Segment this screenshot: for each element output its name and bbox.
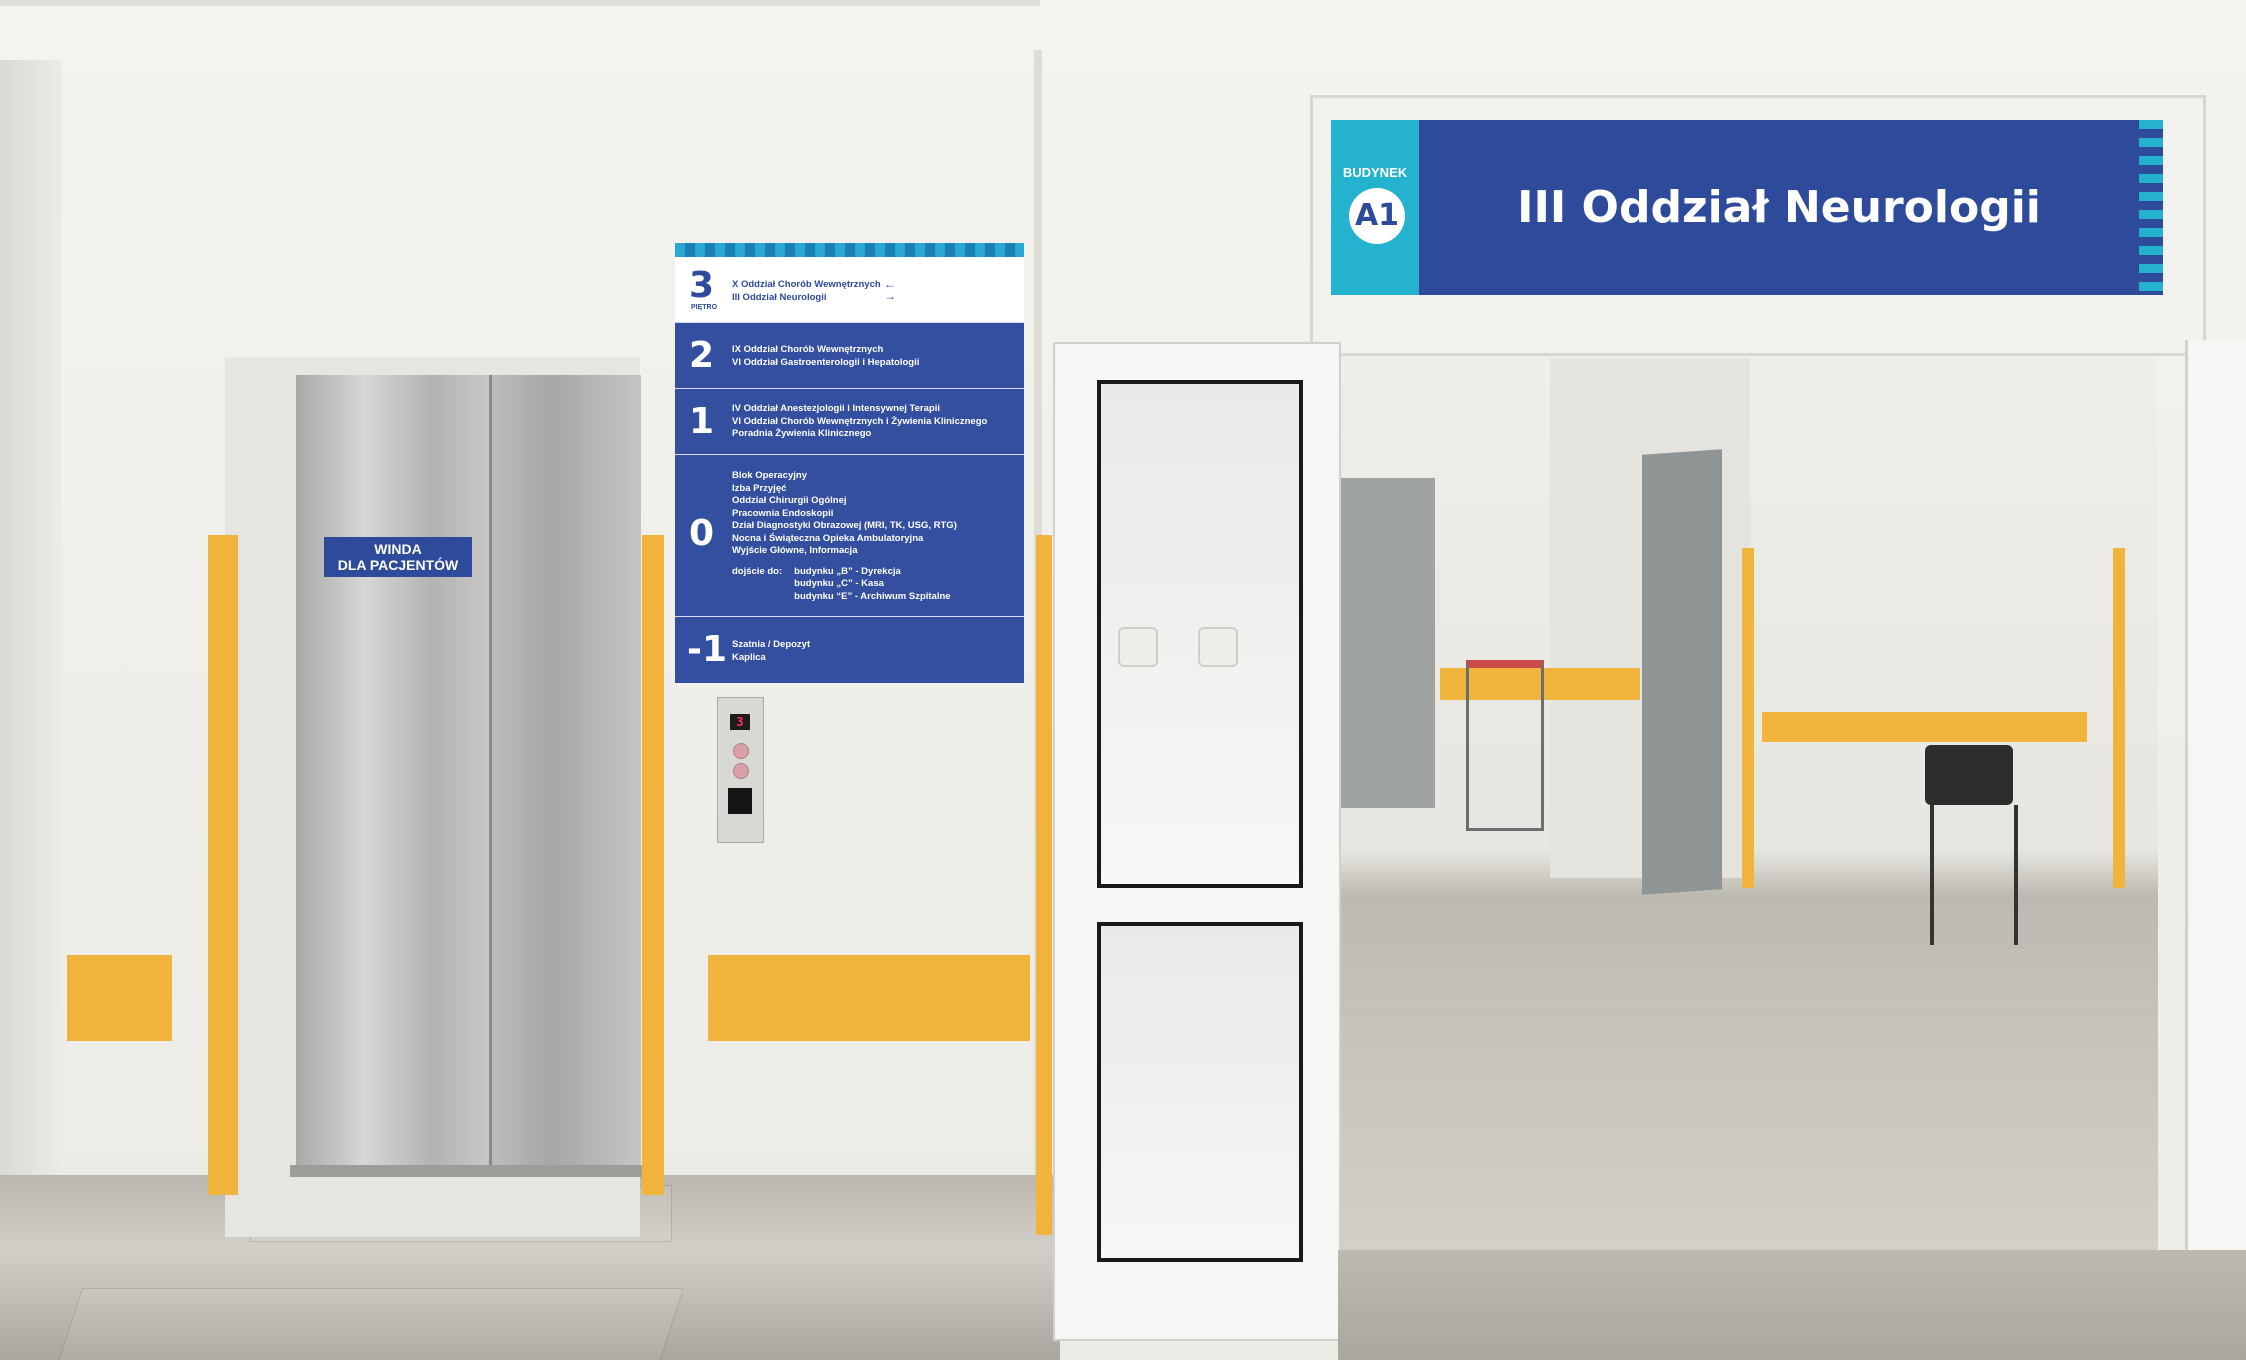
entry: IV Oddział Anestezjologii i Intensywnej … bbox=[732, 403, 940, 414]
floor-number: 0 bbox=[689, 513, 715, 554]
wall-guard bbox=[708, 955, 1030, 1041]
floor-row-2: 2 IX Oddział Chorób Wewnętrznych VI Oddz… bbox=[675, 323, 1024, 389]
floor-row-minus-1: -1 Szatnia / Depozyt Kaplica bbox=[675, 617, 1024, 683]
elevator-label-line2: DLA PACJENTÓW bbox=[337, 557, 459, 573]
floor-sublabel: PIĘTRO bbox=[691, 304, 718, 311]
entry: Pracownia Endoskopii bbox=[732, 507, 834, 519]
door-leaf-right bbox=[2185, 340, 2246, 1340]
corridor-side-door bbox=[1642, 449, 1722, 895]
access-block: dojście do: budynku „B” - Dyrekcja budyn… bbox=[732, 566, 957, 604]
entry: VI Oddział Gastroenterologii i Hepatolog… bbox=[732, 356, 920, 368]
elevator-label-line1: WINDA bbox=[374, 541, 422, 557]
chair bbox=[1925, 745, 2013, 805]
floor-entries: IV Oddział Anestezjologii i Intensywnej … bbox=[732, 403, 987, 441]
call-down-button[interactable] bbox=[733, 763, 749, 779]
entry: IX Oddział Chorób Wewnętrznych bbox=[732, 344, 884, 355]
call-up-button[interactable] bbox=[733, 743, 749, 759]
wave-pattern bbox=[675, 243, 1024, 257]
entry: Szatnia / Depozyt bbox=[732, 639, 811, 650]
entry: Dział Diagnostyki Obrazowej (MRI, TK, US… bbox=[732, 520, 957, 531]
building-badge-panel: BUDYNEK A1 bbox=[1331, 120, 1419, 295]
corridor-handrail bbox=[2113, 548, 2125, 888]
ward-header-sign: BUDYNEK A1 III Oddział Neurologii bbox=[1331, 120, 2163, 295]
floor-entries: IX Oddział Chorób Wewnętrznych VI Oddzia… bbox=[732, 344, 919, 369]
access-entry: budynku „C” - Kasa bbox=[794, 578, 884, 589]
entry: Blok Operacyjny bbox=[732, 470, 807, 481]
corridor-back-door bbox=[1340, 478, 1435, 808]
floor-entries: Szatnia / Depozyt Kaplica bbox=[732, 639, 810, 664]
floor-entries: Blok Operacyjny Izba Przyjęć Oddział Chi… bbox=[732, 470, 957, 603]
access-entry: budynku “E” - Archiwum Szpitalne bbox=[794, 590, 951, 602]
floor-row-1: 1 IV Oddział Anestezjologii i Intensywne… bbox=[675, 389, 1024, 455]
entry: Kaplica bbox=[732, 651, 766, 663]
entry: Oddział Chirurgii Ogólnej bbox=[732, 495, 847, 506]
floor-directory-sign: 3 PIĘTRO X Oddział Chorób Wewnętrznych I… bbox=[675, 243, 1024, 683]
floor-right bbox=[1338, 1250, 2246, 1360]
wall-guard bbox=[208, 535, 238, 1195]
elevator-sill bbox=[290, 1165, 645, 1177]
entry: VI Oddział Chorób Wewnętrznych i Żywieni… bbox=[732, 415, 988, 427]
left-wall-shadow bbox=[0, 60, 62, 1240]
door-glass-bottom bbox=[1097, 922, 1303, 1262]
floor-number: 2 bbox=[689, 335, 715, 376]
wall-guard bbox=[1036, 535, 1052, 1235]
entry: X Oddział Chorób Wewnętrznych bbox=[732, 279, 881, 290]
entry: III Oddział Neurologii bbox=[732, 291, 827, 303]
entry: Nocna i Świąteczna Opieka Ambulatoryjna bbox=[732, 532, 924, 544]
chair-legs bbox=[1930, 805, 2018, 945]
wave-pattern bbox=[2139, 120, 2163, 295]
elevator-door-right bbox=[491, 375, 641, 1165]
corridor-handrail bbox=[1762, 712, 2087, 742]
cart bbox=[1466, 660, 1544, 831]
building-code-badge: A1 bbox=[1349, 188, 1405, 244]
access-list: budynku „B” - Dyrekcja budynku „C” - Kas… bbox=[794, 566, 950, 604]
ward-name: III Oddział Neurologii bbox=[1517, 182, 2041, 233]
building-label: BUDYNEK bbox=[1342, 165, 1408, 180]
floor-number: -1 bbox=[687, 629, 727, 670]
entry: Wyjście Główne, Informacja bbox=[732, 545, 858, 556]
elevator-call-panel: 3 bbox=[717, 697, 764, 843]
arrow-right-icon: → bbox=[884, 289, 896, 303]
wall-guard bbox=[67, 955, 172, 1041]
floor-number: 1 bbox=[689, 401, 715, 442]
door-switch bbox=[1198, 627, 1238, 667]
card-reader bbox=[728, 788, 752, 814]
corridor-handrail bbox=[1742, 548, 1754, 888]
floor-row-3: 3 PIĘTRO X Oddział Chorób Wewnętrznych I… bbox=[675, 257, 1024, 323]
floor-number: 3 bbox=[689, 265, 715, 306]
floor-indicator-display: 3 bbox=[730, 714, 750, 730]
entry: Izba Przyjęć bbox=[732, 482, 787, 494]
access-entry: budynku „B” - Dyrekcja bbox=[794, 565, 901, 577]
floor-row-0: 0 Blok Operacyjny Izba Przyjęć Oddział C… bbox=[675, 455, 1024, 617]
door-switch bbox=[1118, 627, 1158, 667]
elevator-door-gap bbox=[489, 375, 492, 1165]
elevator-door-left bbox=[296, 375, 491, 1165]
access-label: dojście do: bbox=[732, 565, 783, 577]
floor-entries: X Oddział Chorób Wewnętrznych III Oddzia… bbox=[732, 279, 881, 304]
elevator-label-sign: WINDA DLA PACJENTÓW bbox=[324, 537, 472, 577]
entry: Poradnia Żywienia Klinicznego bbox=[732, 428, 872, 439]
floor-tile bbox=[57, 1288, 685, 1360]
wall-guard bbox=[642, 535, 664, 1195]
